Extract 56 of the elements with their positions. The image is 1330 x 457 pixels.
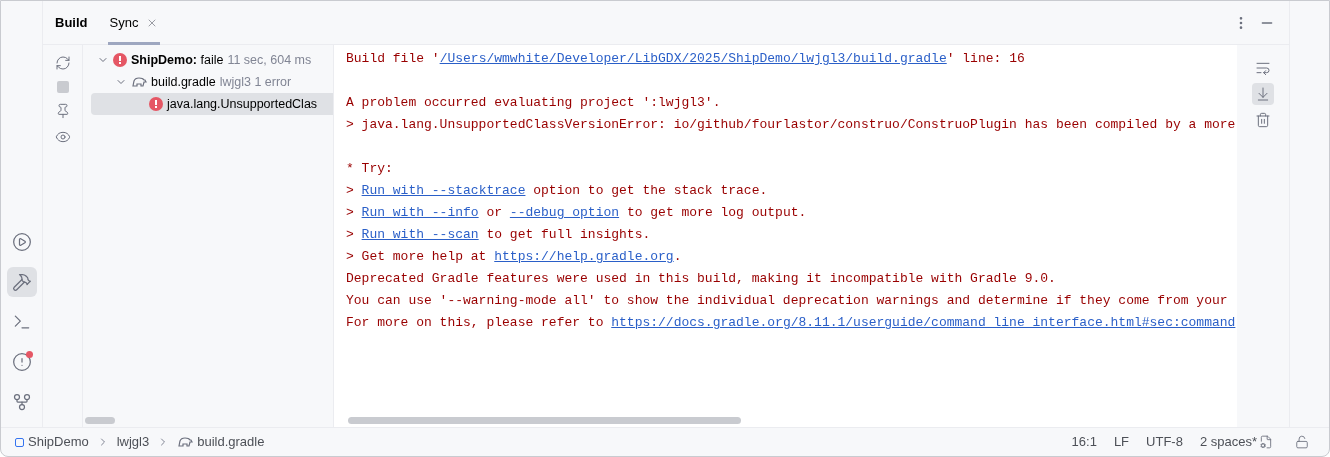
console-text: ' line: 16	[946, 51, 1025, 66]
console-text: Deprecated Gradle features were used in this build, making it incompatible with Gradle 9.0.	[346, 271, 1056, 286]
module-icon	[15, 437, 24, 447]
console-text: >	[346, 227, 355, 242]
scroll-to-end-button[interactable]	[1252, 83, 1274, 105]
console-text: >	[346, 183, 355, 198]
tree-row[interactable]: build.gradle lwjgl3 1 error	[91, 71, 333, 93]
tree-label: build.gradle	[151, 73, 216, 91]
tree-detail: 11 sec, 604 ms	[227, 51, 312, 69]
tree-label: java.lang.UnsupportedClas	[167, 95, 318, 113]
file-settings-icon	[1259, 435, 1273, 449]
elephant-icon	[131, 76, 147, 88]
console-text: You can use '--warning-mode all' to show the individual deprecation warnings and determine if they come from your	[346, 293, 1228, 308]
tree-label: ShipDemo: faile	[131, 51, 224, 69]
console-link[interactable]: Run with --scan	[361, 227, 479, 242]
console-link[interactable]: Run with --stacktrace	[361, 183, 526, 198]
tree-row[interactable]: ShipDemo: faile 11 sec, 604 ms	[91, 49, 333, 71]
breadcrumb[interactable]: build.gradle	[177, 432, 265, 452]
console-text: to get more log output.	[625, 205, 807, 220]
console-text: >	[346, 205, 355, 220]
scrollbar[interactable]	[85, 416, 115, 424]
tree-row[interactable]: java.lang.UnsupportedClas	[91, 93, 333, 115]
console-text: > Get more help at	[346, 249, 488, 264]
status-item[interactable]: UTF-8	[1146, 432, 1183, 452]
lock-icon[interactable]	[1295, 435, 1309, 449]
console-link[interactable]: https://help.gradle.org	[494, 249, 674, 264]
status-item[interactable]: 16:1	[1071, 432, 1097, 452]
error-icon	[149, 97, 163, 111]
indent-status[interactable]: 2 spaces*	[1199, 432, 1273, 452]
console-text: .	[673, 249, 682, 264]
console-link[interactable]: --debug option	[509, 205, 620, 220]
tree-detail: lwjgl3 1 error	[219, 73, 292, 91]
status-item[interactable]: LF	[1113, 432, 1130, 452]
elephant-icon	[177, 436, 194, 448]
console-text: to get full insights.	[485, 227, 651, 242]
rerun-icon[interactable]	[54, 55, 71, 71]
error-icon	[113, 53, 127, 67]
tab[interactable]: Sync	[107, 1, 161, 45]
trash-icon	[1255, 112, 1271, 128]
scrollbar[interactable]	[348, 416, 741, 424]
console-text: option to get the stack trace.	[532, 183, 768, 198]
console-link[interactable]: Run with --info	[361, 205, 479, 220]
console-link[interactable]: /Users/wmwhite/Developer/LibGDX/2025/ShipDemo/lwjgl3/build.gradle	[439, 51, 947, 66]
wrap-icon	[1255, 60, 1271, 76]
scroll-down-icon	[1255, 86, 1271, 102]
breadcrumb[interactable]: lwjgl3	[116, 432, 150, 452]
console-text: For more on this, please refer to	[346, 315, 605, 330]
console-link[interactable]: https://docs.gradle.org/8.11.1/userguide/command_line_interface.html#sec:command	[611, 315, 1236, 330]
console-text: A problem occurred evaluating project ':lwjgl3'.	[346, 95, 721, 110]
breadcrumb[interactable]: ShipDemo	[15, 432, 89, 452]
console-text: > java.lang.UnsupportedClassVersionError: io/github/fourlastor/construo/ConstruoPlugin has been compiled by a more	[346, 117, 1236, 132]
console-text: * Try:	[346, 161, 393, 176]
eye-icon[interactable]	[54, 129, 71, 145]
tool-window-title: Build	[55, 13, 88, 32]
console-text: Build file '	[346, 51, 440, 66]
console-text: or	[485, 205, 504, 220]
